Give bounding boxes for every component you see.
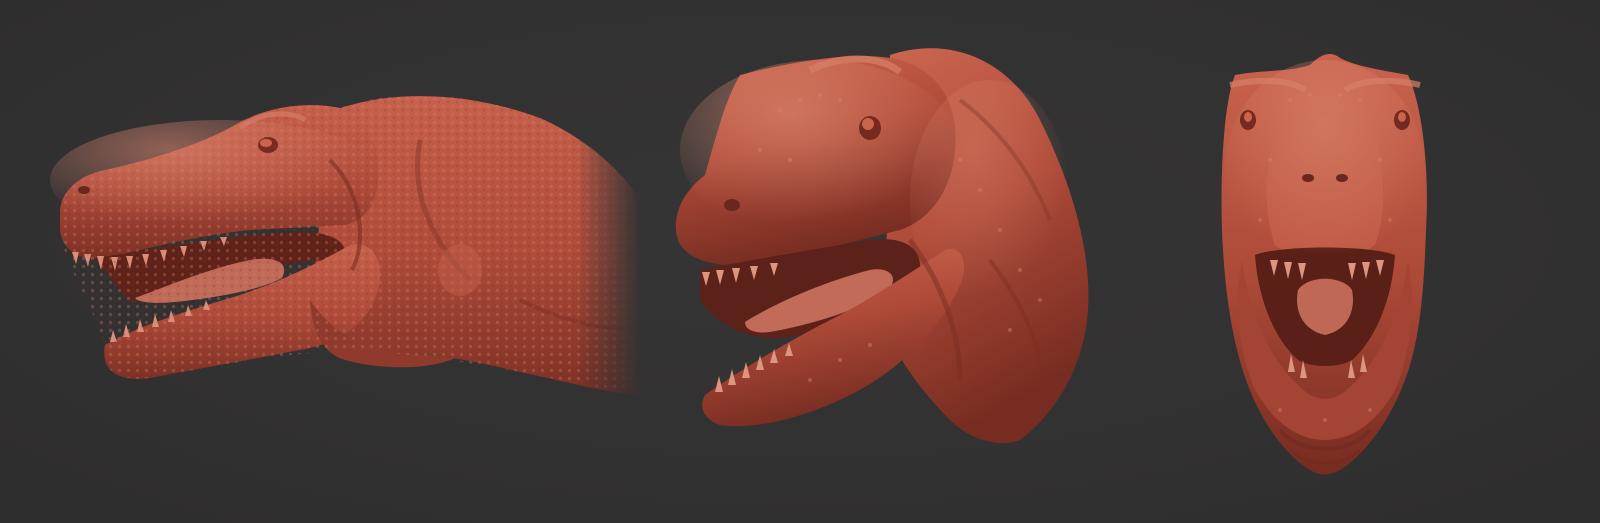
trex-head-front-view [1180, 0, 1480, 523]
trex-head-three-quarter-view [660, 0, 1120, 523]
trex-three-quarter-sculpt [675, 48, 1089, 444]
trex-side-sculpt [50, 95, 640, 396]
trex-head-side-view [0, 0, 640, 523]
sculpt-render-canvas [0, 0, 1600, 523]
trex-front-sculpt [1221, 54, 1427, 475]
